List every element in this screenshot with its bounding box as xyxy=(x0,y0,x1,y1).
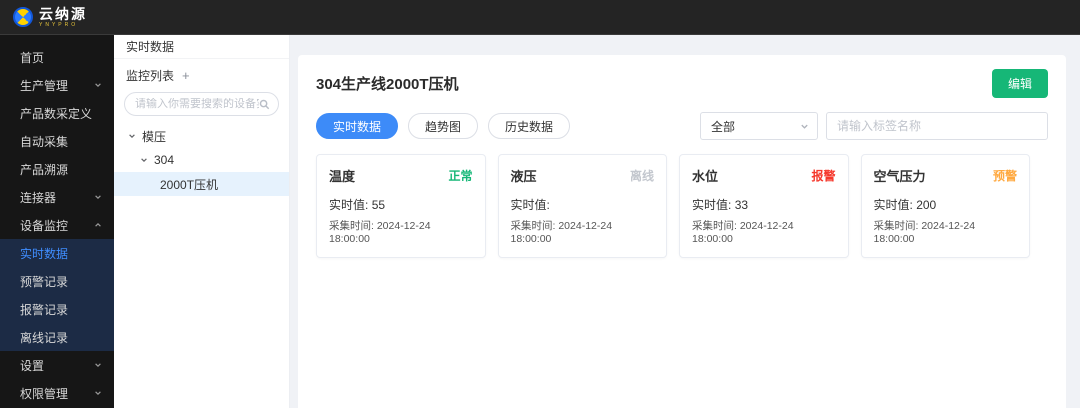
status-badge: 报警 xyxy=(811,169,836,183)
brand-subtitle: YNYPRO xyxy=(39,21,79,28)
tab-trend-chart[interactable]: 趋势图 xyxy=(408,113,479,139)
search-icon xyxy=(259,99,270,109)
monitor-list-panel: 实时数据 监控列表 + 模压 304 2000T压机 xyxy=(114,35,290,408)
sidebar-item-settings[interactable]: 设置 xyxy=(0,351,114,379)
chevron-down-icon xyxy=(95,363,101,368)
panel-tab-realtime-data[interactable]: 实时数据 xyxy=(114,35,289,59)
logo-icon xyxy=(13,7,33,27)
sidebar-item-auto-collect[interactable]: 自动采集 xyxy=(0,127,114,155)
status-badge: 离线 xyxy=(629,169,654,183)
metric-value: 55 xyxy=(371,198,386,212)
chevron-down-icon xyxy=(95,195,101,200)
sidebar-submenu-device-monitor: 实时数据 预警记录 报警记录 离线记录 xyxy=(0,239,114,351)
chevron-down-icon xyxy=(801,124,808,129)
status-filter-select[interactable]: 全部 xyxy=(700,112,818,140)
monitor-list-title: 监控列表 xyxy=(126,69,175,83)
tag-name-input[interactable] xyxy=(826,112,1048,140)
tab-realtime-data[interactable]: 实时数据 xyxy=(316,113,399,139)
tab-history-data[interactable]: 历史数据 xyxy=(488,113,571,139)
metric-card-temperature[interactable]: 温度 正常 实时值: 55 采集时间: 2024-12-24 18:00:00 xyxy=(316,154,486,258)
edit-button[interactable]: 编辑 xyxy=(991,69,1048,98)
sidebar-item-device-monitor[interactable]: 设备监控 xyxy=(0,211,114,239)
metric-value: 200 xyxy=(916,198,937,212)
tree-node-group[interactable]: 模压 xyxy=(114,124,289,148)
metric-card-air-pressure[interactable]: 空气压力 预警 实时值: 200 采集时间: 2024-12-24 18:00:… xyxy=(860,154,1030,258)
caret-down-icon xyxy=(141,158,147,163)
metric-card-hydraulic[interactable]: 液压 离线 实时值: 采集时间: 2024-12-24 18:00:00 xyxy=(497,154,667,258)
chevron-down-icon xyxy=(95,83,101,88)
sidebar-item-warning-records[interactable]: 预警记录 xyxy=(0,267,114,295)
status-badge: 正常 xyxy=(448,169,473,183)
caret-down-icon xyxy=(129,134,135,139)
sidebar-item-product-trace[interactable]: 产品溯源 xyxy=(0,155,114,183)
sidebar-item-offline-records[interactable]: 离线记录 xyxy=(0,323,114,351)
sidebar-item-production-mgmt[interactable]: 生产管理 xyxy=(0,71,114,99)
view-tabs: 实时数据 趋势图 历史数据 xyxy=(316,113,571,139)
status-badge: 预警 xyxy=(992,169,1017,183)
sidebar-item-permission-mgmt[interactable]: 权限管理 xyxy=(0,379,114,407)
tree-node-line[interactable]: 304 xyxy=(114,148,289,172)
chevron-up-icon xyxy=(95,222,101,227)
chevron-down-icon xyxy=(95,391,101,396)
device-search-input[interactable] xyxy=(135,98,259,110)
metric-card-row: 温度 正常 实时值: 55 采集时间: 2024-12-24 18:00:00 … xyxy=(316,154,1030,258)
page-title: 304生产线2000T压机 xyxy=(316,76,459,93)
sidebar-nav: 首页 生产管理 产品数采定义 自动采集 产品溯源 连接器 设备监控 实时数据 预… xyxy=(0,35,114,408)
add-monitor-icon[interactable]: + xyxy=(182,68,190,83)
metric-card-water-level[interactable]: 水位 报警 实时值: 33 采集时间: 2024-12-24 18:00:00 xyxy=(679,154,849,258)
app-logo: 云纳源 YNYPRO xyxy=(13,7,87,28)
sidebar-item-connectors[interactable]: 连接器 xyxy=(0,183,114,211)
sidebar-item-realtime-data[interactable]: 实时数据 xyxy=(0,239,114,267)
sidebar-item-product-daq-definition[interactable]: 产品数采定义 xyxy=(0,99,114,127)
device-search-box xyxy=(124,92,279,116)
brand-name: 云纳源 xyxy=(39,5,87,22)
top-bar: 云纳源 YNYPRO xyxy=(0,0,1080,35)
sidebar-item-alarm-records[interactable]: 报警记录 xyxy=(0,295,114,323)
main-content: 304生产线2000T压机 编辑 实时数据 趋势图 历史数据 全部 请输入标签名… xyxy=(290,35,1080,408)
tree-node-device-selected[interactable]: 2000T压机 xyxy=(114,172,289,196)
device-detail-card: 304生产线2000T压机 编辑 实时数据 趋势图 历史数据 全部 请输入标签名… xyxy=(298,55,1066,408)
sidebar-item-home[interactable]: 首页 xyxy=(0,43,114,71)
metric-value: 33 xyxy=(734,198,749,212)
